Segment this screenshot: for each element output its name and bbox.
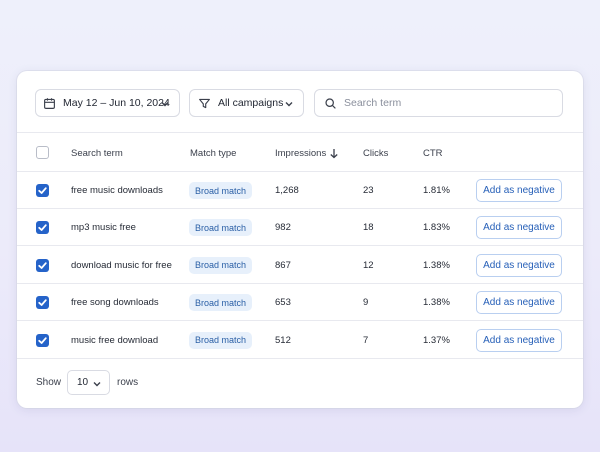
row-checkbox[interactable]	[36, 184, 49, 197]
rows-label: rows	[117, 377, 139, 388]
row-checkbox[interactable]	[36, 333, 49, 347]
table-row: download music for free Broad match 867 12 1…	[17, 247, 583, 284]
chevron-down-icon	[161, 102, 169, 107]
filter-toolbar: May 12 – Jun 10, 2024 All campaigns Sear…	[17, 71, 583, 133]
impressions-cell: 1,268	[275, 185, 299, 196]
clicks-cell: 9	[363, 297, 369, 309]
table-row: free music downloads Broad match 1,268 23 1.…	[17, 172, 583, 209]
ctr-cell: 1.83%	[423, 222, 450, 234]
impressions-cell: 653	[275, 297, 291, 309]
column-header-clicks[interactable]: Clicks	[363, 148, 388, 159]
date-range-picker[interactable]: May 12 – Jun 10, 2024	[35, 89, 180, 117]
ctr-cell: 1.38%	[423, 297, 450, 309]
match-type-badge: Broad match	[189, 294, 253, 312]
campaign-filter-label: All campaigns	[218, 97, 284, 109]
campaign-filter-dropdown[interactable]: All campaigns	[189, 89, 304, 117]
column-header-ctr[interactable]: CTR	[423, 148, 443, 159]
match-type-badge: Broad match	[189, 219, 253, 237]
rows-per-page-value: 10	[77, 377, 89, 388]
clicks-cell: 7	[363, 334, 369, 346]
check-icon	[38, 299, 47, 307]
row-checkbox[interactable]	[36, 258, 49, 272]
add-as-negative-button[interactable]: Add as negative	[476, 216, 562, 240]
table-row: mp3 music free Broad match 982 18 1.83% Add a…	[17, 209, 583, 247]
impressions-cell: 867	[275, 259, 291, 271]
table-row: music free download Broad match 512 7 1.37% A…	[17, 322, 583, 359]
select-all-checkbox[interactable]	[36, 146, 49, 159]
arrow-down-icon[interactable]	[329, 148, 339, 159]
calendar-icon	[44, 97, 55, 109]
filter-icon	[199, 98, 210, 108]
search-term-cell: mp3 music free	[71, 222, 136, 234]
clicks-cell: 18	[363, 222, 374, 234]
check-icon	[38, 262, 47, 269]
clicks-cell: 12	[363, 259, 374, 271]
date-range-label: May 12 – Jun 10, 2024	[63, 97, 170, 109]
impressions-cell: 512	[275, 334, 291, 346]
search-term-cell: free music downloads	[71, 185, 163, 196]
row-checkbox[interactable]	[36, 296, 49, 310]
search-terms-card: May 12 – Jun 10, 2024 All campaigns Sear…	[17, 71, 583, 408]
ctr-cell: 1.81%	[423, 185, 450, 196]
add-as-negative-button[interactable]: Add as negative	[476, 253, 562, 277]
check-icon	[38, 187, 47, 194]
column-header-impressions[interactable]: Impressions	[275, 148, 326, 159]
search-icon	[325, 97, 336, 109]
match-type-badge: Broad match	[189, 256, 253, 274]
impressions-cell: 982	[275, 222, 291, 234]
add-as-negative-button[interactable]: Add as negative	[476, 328, 562, 352]
match-type-badge: Broad match	[189, 331, 253, 349]
search-placeholder: Search term	[344, 97, 402, 109]
row-checkbox[interactable]	[36, 221, 49, 235]
match-type-badge: Broad match	[189, 182, 253, 199]
search-term-cell: download music for free	[71, 259, 172, 271]
ctr-cell: 1.38%	[423, 259, 450, 271]
add-as-negative-button[interactable]: Add as negative	[476, 291, 562, 315]
table-header: Search term Match type Impressions Click…	[17, 133, 583, 172]
clicks-cell: 23	[363, 185, 374, 196]
chevron-down-icon	[285, 102, 293, 107]
pagination-footer: Show 10 rows	[17, 359, 583, 408]
check-icon	[38, 224, 47, 232]
search-input[interactable]: Search term	[314, 89, 563, 117]
search-term-cell: free song downloads	[71, 297, 159, 309]
chevron-down-icon	[93, 382, 101, 387]
show-label: Show	[36, 377, 62, 388]
search-term-cell: music free download	[71, 334, 159, 346]
rows-per-page-select[interactable]: 10	[67, 370, 110, 395]
column-header-search-term[interactable]: Search term	[71, 148, 123, 159]
ctr-cell: 1.37%	[423, 334, 450, 346]
column-header-match-type[interactable]: Match type	[190, 148, 236, 159]
add-as-negative-button[interactable]: Add as negative	[476, 179, 562, 202]
table-row: free song downloads Broad match 653 9 1.38% A…	[17, 284, 583, 322]
check-icon	[38, 336, 47, 344]
